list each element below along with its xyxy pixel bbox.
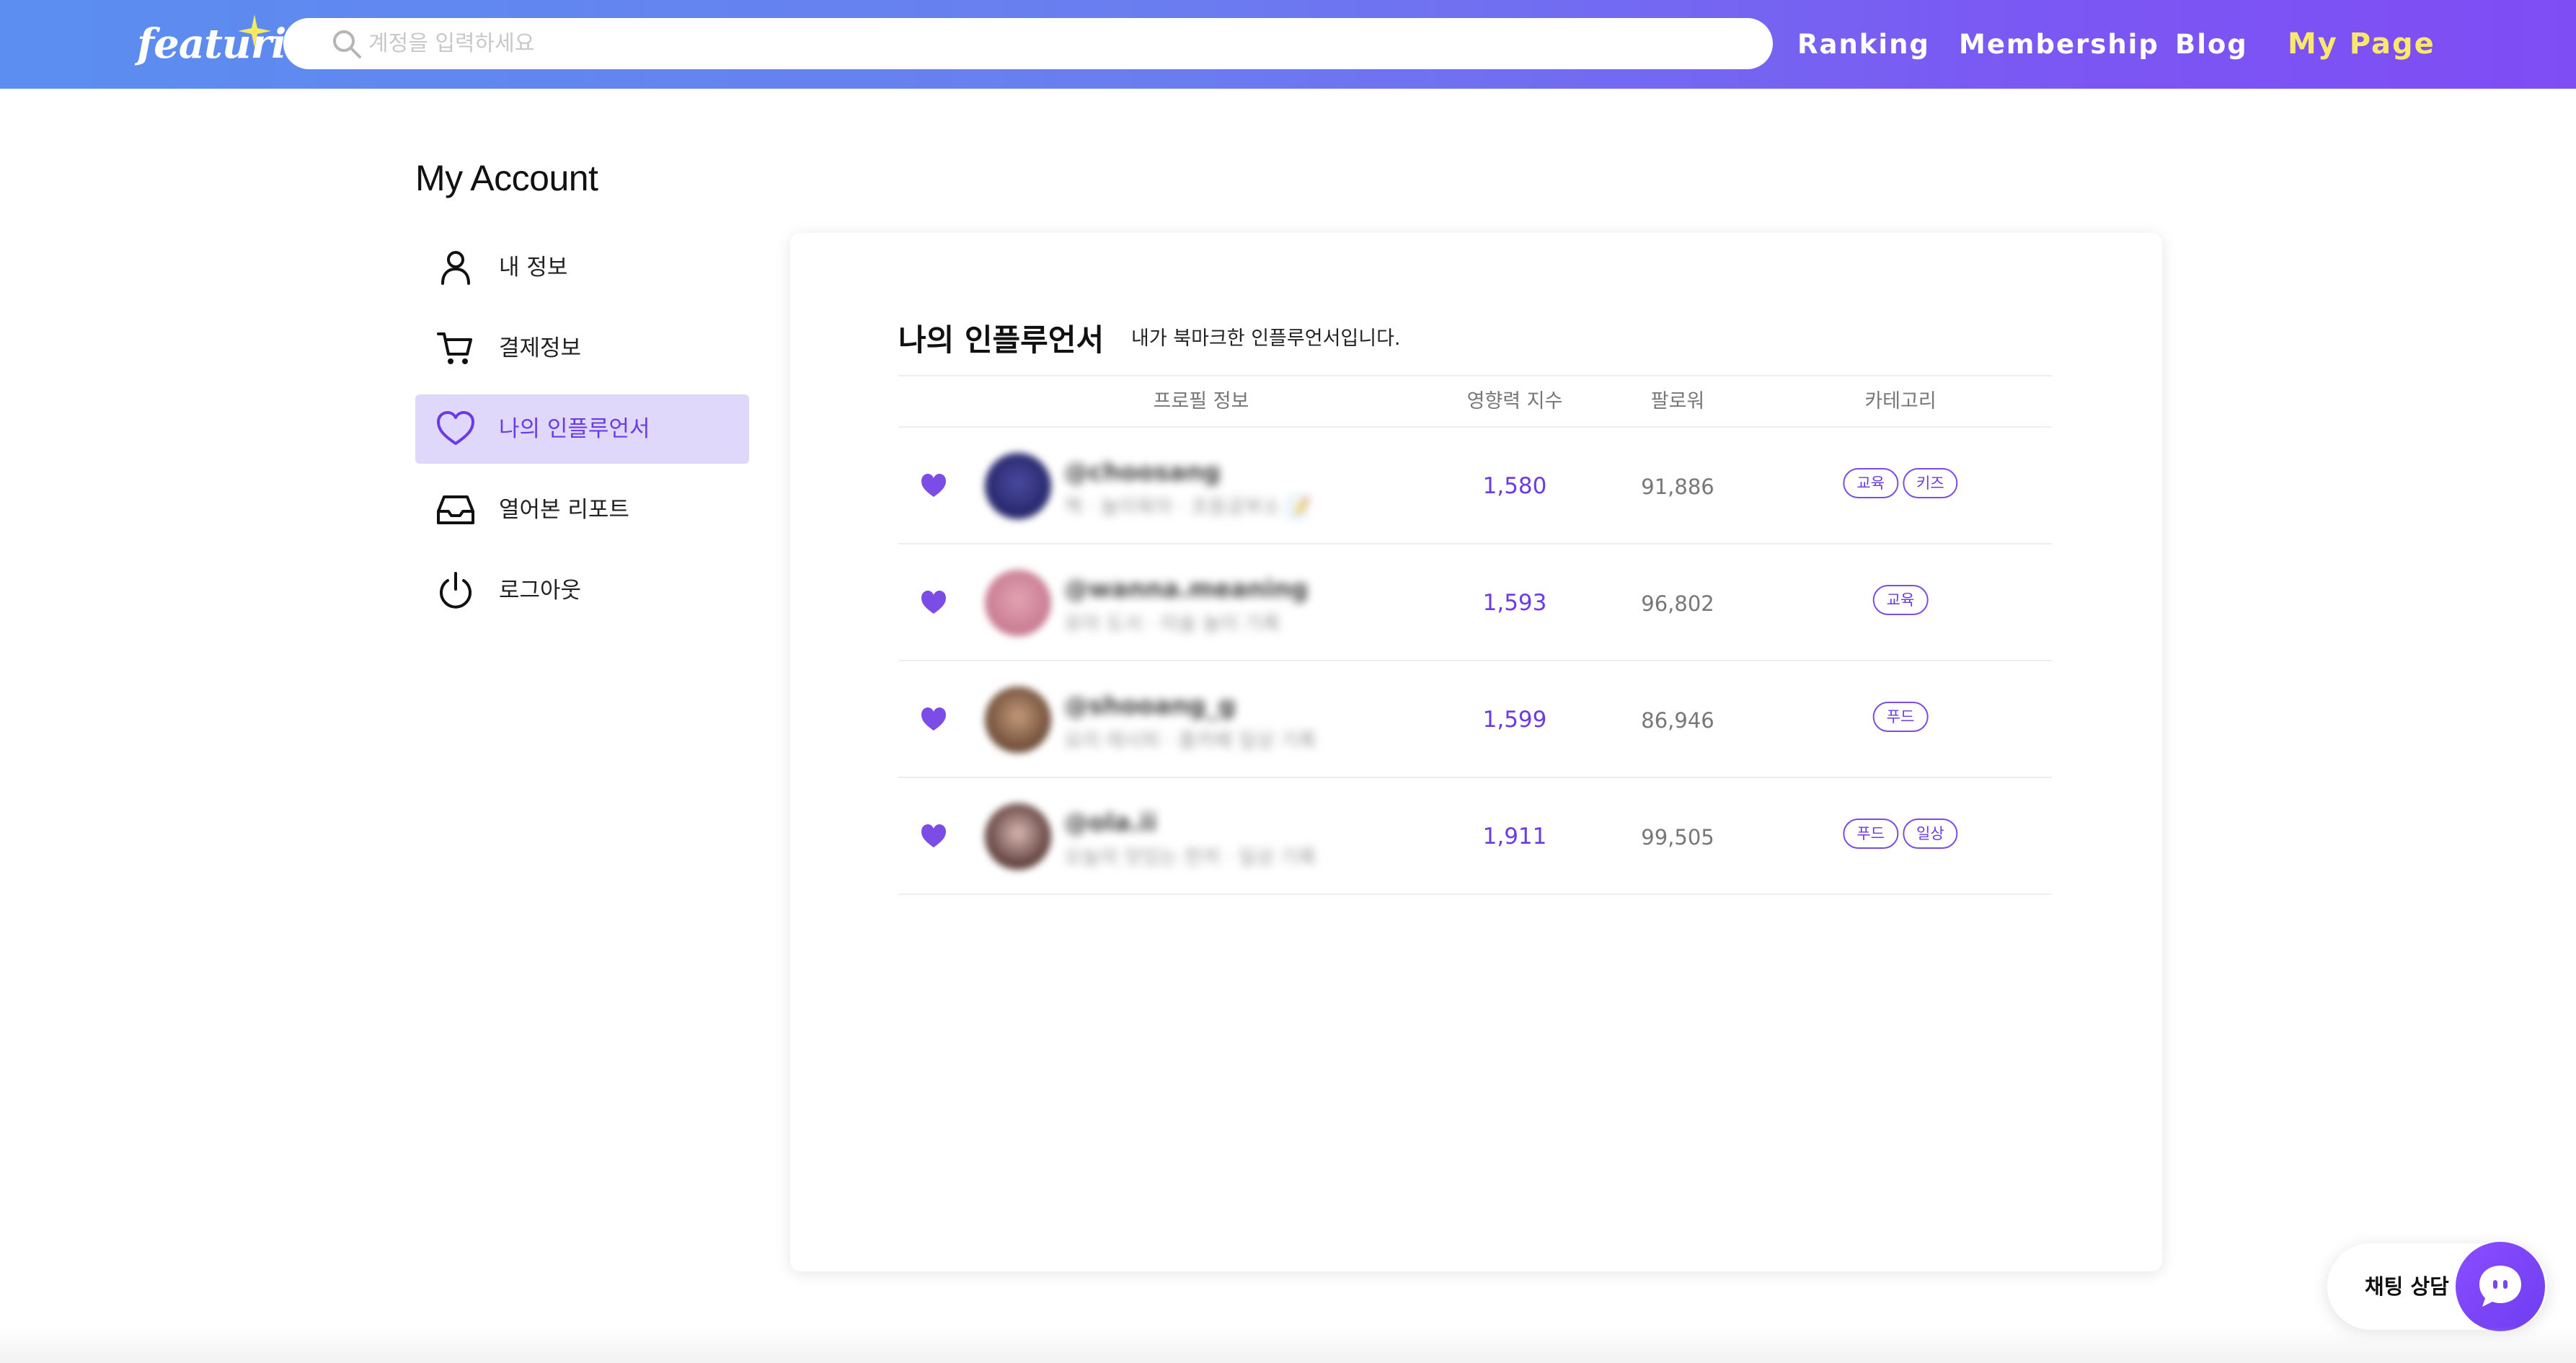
influencer-handle[interactable]: @wanna.meaning bbox=[1064, 575, 1308, 604]
category-tag: 푸드 bbox=[1843, 819, 1898, 849]
sidebar-item-my-info[interactable]: 내 정보 bbox=[415, 233, 749, 302]
category-tag: 푸드 bbox=[1872, 702, 1929, 732]
sidebar-item-label: 결제정보 bbox=[499, 335, 582, 361]
table-row[interactable]: @choosang 책 · 놀이육아 · 초등공부소 📝 1,580 91,88… bbox=[898, 428, 2052, 544]
influencer-bio: 유아 도서 · 미술 놀이 기록 bbox=[1064, 613, 1280, 635]
person-icon bbox=[441, 251, 470, 285]
sidebar-item-my-influencers[interactable]: 나의 인플루언서 bbox=[415, 394, 749, 464]
avatar bbox=[985, 687, 1051, 753]
follower-count: 86,946 bbox=[1641, 708, 1714, 733]
avatar bbox=[985, 803, 1051, 870]
chat-bubble-button[interactable] bbox=[2456, 1242, 2545, 1331]
table-header: 프로필 정보 영향력 지수 팔로워 카테고리 bbox=[898, 375, 2052, 428]
follower-count: 99,505 bbox=[1641, 825, 1714, 850]
avatar bbox=[985, 570, 1051, 636]
chat-bubble-icon bbox=[2479, 1266, 2521, 1307]
influence-score: 1,599 bbox=[1482, 707, 1547, 733]
power-icon bbox=[440, 572, 472, 609]
heart-filled-icon[interactable] bbox=[920, 823, 947, 849]
column-header-profile: 프로필 정보 bbox=[1153, 390, 1249, 413]
sparkle-icon bbox=[238, 14, 271, 48]
nav-blog[interactable]: Blog bbox=[2175, 0, 2248, 89]
column-header-category: 카테고리 bbox=[1864, 390, 1937, 413]
search-icon bbox=[333, 30, 361, 58]
page-subtitle: 내가 북마크한 인플루언서입니다. bbox=[1131, 327, 1401, 350]
sidebar-item-label: 내 정보 bbox=[499, 255, 568, 281]
sidebar-title: My Account bbox=[415, 158, 598, 198]
bottom-shade bbox=[0, 1327, 2576, 1363]
chat-label: 채팅 상담 bbox=[2365, 1274, 2449, 1299]
category-tag: 교육 bbox=[1872, 585, 1929, 615]
sidebar-item-label: 로그아웃 bbox=[499, 578, 582, 604]
heart-filled-icon[interactable] bbox=[920, 589, 947, 615]
table-row[interactable]: @wanna.meaning 유아 도서 · 미술 놀이 기록 1,593 96… bbox=[898, 544, 2052, 661]
chat-consult-button[interactable]: 채팅 상담 bbox=[2327, 1242, 2547, 1331]
category-tag: 일상 bbox=[1903, 819, 1958, 849]
influence-score: 1,911 bbox=[1482, 824, 1547, 850]
avatar bbox=[985, 453, 1051, 519]
category-tag: 교육 bbox=[1843, 468, 1898, 498]
category-tags: 푸드 일상 bbox=[1843, 819, 1958, 849]
search-bar[interactable] bbox=[283, 18, 1773, 69]
follower-count: 96,802 bbox=[1641, 591, 1714, 616]
category-tag: 키즈 bbox=[1903, 468, 1958, 498]
heart-outline-icon bbox=[437, 411, 474, 445]
influencer-bio: 요리 레시피 · 홈카페 일상 기록 bbox=[1064, 730, 1316, 752]
inbox-icon bbox=[437, 495, 474, 524]
column-header-followers: 팔로워 bbox=[1650, 390, 1705, 413]
sidebar-item-payment[interactable]: 결제정보 bbox=[415, 314, 749, 383]
cart-icon bbox=[437, 332, 472, 364]
influence-score: 1,593 bbox=[1482, 590, 1547, 616]
nav-ranking[interactable]: Ranking bbox=[1797, 0, 1930, 89]
table-row[interactable]: @ola.ii 오늘의 맛있는 한끼 · 일상 기록 1,911 99,505 … bbox=[898, 778, 2052, 895]
influencer-bio: 책 · 놀이육아 · 초등공부소 📝 bbox=[1064, 496, 1311, 519]
top-header: featuring Ranking Membership Blog My Pag… bbox=[0, 0, 2576, 89]
follower-count: 91,886 bbox=[1641, 475, 1714, 499]
category-tags: 교육 bbox=[1872, 585, 1929, 615]
heart-filled-icon[interactable] bbox=[920, 706, 947, 732]
nav-membership[interactable]: Membership bbox=[1959, 0, 2159, 89]
search-input[interactable] bbox=[368, 24, 1738, 63]
table-row[interactable]: @shooang_g 요리 레시피 · 홈카페 일상 기록 1,599 86,9… bbox=[898, 661, 2052, 778]
influencer-bio: 오늘의 맛있는 한끼 · 일상 기록 bbox=[1064, 847, 1316, 869]
category-tags: 푸드 bbox=[1872, 702, 1929, 732]
category-tags: 교육 키즈 bbox=[1843, 468, 1958, 498]
influencer-handle[interactable]: @shooang_g bbox=[1064, 692, 1236, 720]
influencer-card: 나의 인플루언서 내가 북마크한 인플루언서입니다. 프로필 정보 영향력 지수… bbox=[790, 233, 2162, 1271]
heart-filled-icon[interactable] bbox=[920, 472, 947, 498]
page-title: 나의 인플루언서 bbox=[898, 322, 1105, 358]
sidebar-item-viewed-reports[interactable]: 열어본 리포트 bbox=[415, 475, 749, 544]
influence-score: 1,580 bbox=[1482, 473, 1547, 499]
nav-my-page[interactable]: My Page bbox=[2288, 0, 2435, 89]
sidebar-item-label: 열어본 리포트 bbox=[499, 497, 629, 523]
column-header-influence-score: 영향력 지수 bbox=[1466, 390, 1563, 413]
influencer-handle[interactable]: @ola.ii bbox=[1064, 808, 1156, 837]
influencer-handle[interactable]: @choosang bbox=[1064, 458, 1221, 487]
sidebar-item-label: 나의 인플루언서 bbox=[499, 416, 650, 442]
sidebar-item-logout[interactable]: 로그아웃 bbox=[415, 556, 749, 625]
